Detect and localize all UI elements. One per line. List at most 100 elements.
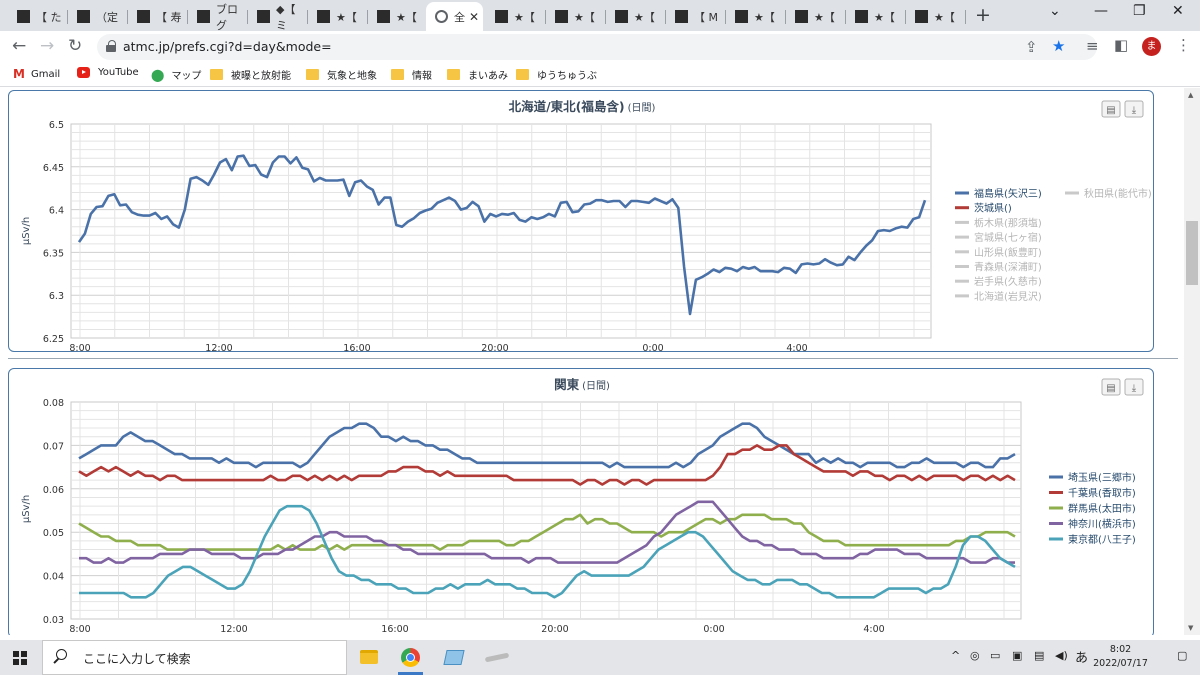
chart-tohoku: 北海道/東北(福島含) (日間) ▤ ⤓ 6.5 6.45 6.4 6.35 6.3 6.25 8:… xyxy=(21,99,1152,351)
legend-item[interactable]: 岩手県(久慈市) xyxy=(955,275,1042,288)
legend-label: 群馬県(太田市) xyxy=(1068,502,1136,515)
chrome-icon[interactable] xyxy=(401,648,420,667)
legend-label: 千葉県(香取市) xyxy=(1068,487,1136,500)
browser-tab[interactable]: 【 た xyxy=(8,2,68,31)
browser-tab[interactable]: ★【 xyxy=(846,2,906,31)
bookmark-label: マップ xyxy=(171,71,202,82)
bookmark-maps[interactable]: ⬤ マップ xyxy=(151,67,202,83)
app-icon-2[interactable] xyxy=(484,652,510,663)
browser-toolbar: ← → ↻ atmc.jp/prefs.cgi?d=day&mode= ⇪ ★ … xyxy=(0,31,1200,62)
y-tick-label: 0.08 xyxy=(43,398,64,409)
bookmark-gmail[interactable]: M Gmail xyxy=(13,67,60,81)
browser-tab[interactable]: （定 xyxy=(68,2,128,31)
close-window-button[interactable]: ✕ xyxy=(1172,3,1184,19)
tray-volume-icon[interactable]: ◀) xyxy=(1055,649,1068,662)
reading-list-icon[interactable]: ≡ xyxy=(1086,37,1099,55)
bookmark-folder-info[interactable]: 情報 xyxy=(391,67,432,82)
browser-tab[interactable]: 【 M xyxy=(666,2,726,31)
browser-tab[interactable]: ★【 xyxy=(368,2,428,31)
tab-label: ★【 xyxy=(874,10,895,24)
tab-label: ★【 xyxy=(934,10,955,24)
browser-tab[interactable]: ★【 xyxy=(786,2,846,31)
app-icon[interactable] xyxy=(443,650,465,665)
folder-icon xyxy=(306,69,319,80)
scrollbar-thumb[interactable] xyxy=(1186,221,1198,285)
tab-label: ◆【 ミ xyxy=(276,2,296,32)
forward-button[interactable]: → xyxy=(40,36,54,56)
scroll-up-arrow[interactable]: ▲ xyxy=(1188,91,1193,99)
legend-item[interactable]: 茨城県() xyxy=(955,202,1012,215)
new-tab-button[interactable]: + xyxy=(975,4,991,26)
tab-search-chevron-icon[interactable]: ⌄ xyxy=(1049,3,1061,19)
tab-label: ★【 xyxy=(574,10,595,24)
maximize-button[interactable]: ❐ xyxy=(1133,3,1146,19)
bookmark-folder-youtube[interactable]: ゆうちゅうぶ xyxy=(516,67,597,82)
legend-item[interactable]: 栃木県(那須塩) xyxy=(955,216,1042,229)
notification-icon[interactable]: ▢ xyxy=(1177,649,1187,662)
print-icon: ▤ xyxy=(1106,383,1115,394)
profile-avatar[interactable]: ま xyxy=(1142,37,1161,56)
legend-item[interactable]: 東京都(八王子) xyxy=(1049,533,1136,546)
bookmark-folder-radiation[interactable]: 被曝と放射能 xyxy=(210,67,291,82)
bookmark-label: YouTube xyxy=(98,67,139,78)
url-text: atmc.jp/prefs.cgi?d=day&mode= xyxy=(123,39,332,54)
legend-item[interactable]: 山形県(飯豊町) xyxy=(955,246,1042,259)
share-icon[interactable]: ⇪ xyxy=(1025,38,1038,56)
browser-tab[interactable]: ◆【 ミ xyxy=(248,2,308,32)
reload-button[interactable]: ↻ xyxy=(68,36,82,56)
browser-tab[interactable]: ★【 xyxy=(546,2,606,31)
bookmark-star-icon[interactable]: ★ xyxy=(1052,37,1065,55)
browser-tab[interactable]: ★【 xyxy=(308,2,368,31)
side-panel-icon[interactable]: ◧ xyxy=(1114,36,1128,54)
legend-item[interactable]: 千葉県(香取市) xyxy=(1049,487,1136,500)
legend-label: 東京都(八王子) xyxy=(1068,533,1136,546)
legend-item[interactable]: 群馬県(太田市) xyxy=(1049,502,1136,515)
tray-display-icon[interactable]: ▤ xyxy=(1034,649,1044,662)
bookmark-youtube[interactable]: YouTube xyxy=(77,67,139,78)
scroll-down-arrow[interactable]: ▼ xyxy=(1188,624,1193,632)
legend-item[interactable]: 青森県(深浦町) xyxy=(955,261,1042,274)
bookmark-folder-maiami[interactable]: まいあみ xyxy=(447,67,508,82)
legend-label: 山形県(飯豊町) xyxy=(974,246,1042,259)
legend-item[interactable]: 北海道(岩見沢) xyxy=(955,290,1042,303)
tray-overflow-chevron-icon[interactable]: ^ xyxy=(951,649,960,662)
bookmark-label: 情報 xyxy=(412,71,432,82)
section-divider xyxy=(8,358,1178,359)
browser-tab[interactable]: ★【 xyxy=(606,2,666,31)
page-scrollbar[interactable] xyxy=(1184,88,1200,635)
tab-close-icon[interactable]: ✕ xyxy=(469,10,479,24)
legend-item[interactable]: 福島県(矢沢三) xyxy=(955,187,1042,200)
menu-kebab-icon[interactable]: ⋮ xyxy=(1176,36,1191,54)
browser-tab[interactable]: 【 寿 xyxy=(128,2,188,31)
lock-icon[interactable] xyxy=(106,40,116,52)
tray-network-icon[interactable]: ▣ xyxy=(1012,649,1022,662)
tab-label: ★【 xyxy=(514,10,535,24)
browser-tab[interactable]: 全 ✕ xyxy=(426,2,483,31)
site-favicon-icon xyxy=(795,10,808,23)
back-button[interactable]: ← xyxy=(12,36,26,56)
ime-indicator[interactable]: あ xyxy=(1075,647,1088,666)
folder-icon xyxy=(516,69,529,80)
tab-label: 【 寿 xyxy=(156,10,182,24)
plot-area xyxy=(70,123,932,339)
windows-start-icon[interactable] xyxy=(13,651,27,665)
legend-item[interactable]: 秋田県(能代市) xyxy=(1065,187,1152,200)
legend-item[interactable]: 神奈川(横浜市) xyxy=(1049,518,1136,531)
browser-tab[interactable]: ★【 xyxy=(726,2,786,31)
y-tick-label: 6.45 xyxy=(43,163,64,174)
file-explorer-icon[interactable] xyxy=(360,650,378,664)
legend-item[interactable]: 埼玉県(三郷市) xyxy=(1049,471,1136,484)
browser-tab[interactable]: ★【 xyxy=(486,2,546,31)
tray-app-icon[interactable]: ◎ xyxy=(970,649,980,662)
browser-tab[interactable]: ブログ xyxy=(188,2,248,32)
minimize-button[interactable]: — xyxy=(1094,3,1108,19)
address-bar[interactable]: atmc.jp/prefs.cgi?d=day&mode= ⇪ ★ xyxy=(97,34,1097,60)
taskbar-clock[interactable]: 8:02 2022/07/17 xyxy=(1093,643,1148,671)
bookmark-folder-weather[interactable]: 気象と地象 xyxy=(306,67,377,82)
legend-label: 宮城県(七ヶ宿) xyxy=(974,231,1042,244)
tray-battery-icon[interactable]: ▭ xyxy=(990,649,1000,662)
legend-item[interactable]: 宮城県(七ヶ宿) xyxy=(955,231,1042,244)
browser-tab[interactable]: ★【 xyxy=(906,2,966,31)
x-tick-label: 16:00 xyxy=(381,624,408,635)
taskbar-search-box[interactable]: ここに入力して検索 xyxy=(42,640,347,675)
